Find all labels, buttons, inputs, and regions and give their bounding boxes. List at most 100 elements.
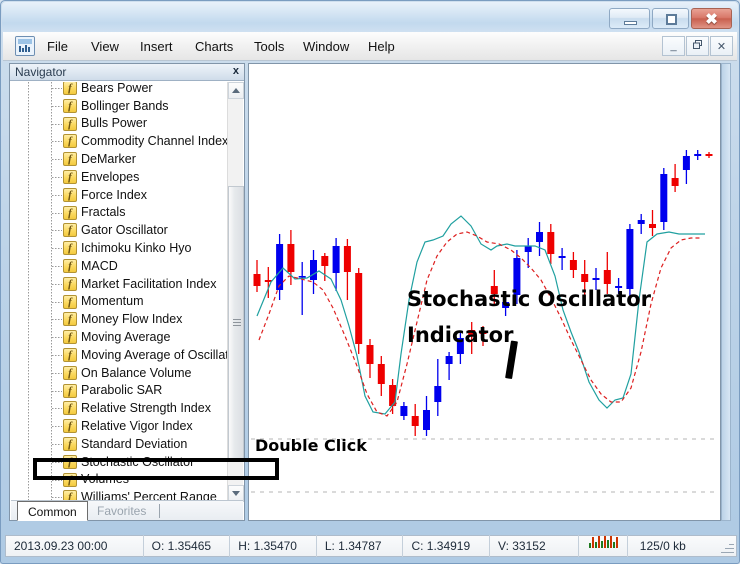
indicator-fx-icon: f	[63, 134, 77, 149]
navigator-item-label: Moving Average	[81, 330, 171, 345]
scroll-up-icon[interactable]	[228, 82, 244, 99]
mdi-minimize-button[interactable]: _	[662, 36, 685, 56]
candle-body	[400, 406, 408, 416]
indicator-fx-icon: f	[63, 365, 77, 380]
candle-body	[547, 232, 555, 254]
navigator-item-relative-vigor-index[interactable]: f Relative Vigor Index	[11, 417, 243, 435]
navigator-item-commodity-channel-index[interactable]: f Commodity Channel Index	[11, 132, 243, 150]
tree-elbow-icon	[52, 461, 62, 463]
tree-elbow-icon	[52, 390, 62, 392]
window-maximize-button[interactable]	[652, 8, 689, 29]
navigator-item-moving-average-of-oscillat[interactable]: f Moving Average of Oscillat	[11, 346, 243, 364]
window-minimize-button[interactable]	[609, 8, 650, 29]
navigator-item-gator-oscillator[interactable]: f Gator Oscillator	[11, 221, 243, 239]
indicator-fx-icon: f	[63, 82, 77, 95]
candle-body	[321, 256, 329, 266]
candle-body	[592, 278, 600, 280]
navigator-item-label: Volumes	[81, 472, 129, 487]
navigator-item-label: Gator Oscillator	[81, 223, 168, 238]
menu-item-file[interactable]: File	[41, 37, 74, 56]
navigator-item-label: DeMarker	[81, 152, 136, 167]
status-bar: 2013.09.23 00:00 O: 1.35465 H: 1.35470 L…	[5, 535, 737, 557]
tree-elbow-icon	[52, 408, 62, 410]
menu-item-view[interactable]: View	[85, 37, 125, 56]
navigator-item-ichimoku-kinko-hyo[interactable]: f Ichimoku Kinko Hyo	[11, 239, 243, 257]
navigator-item-bears-power[interactable]: f Bears Power	[11, 82, 243, 97]
window-resize-grip[interactable]	[720, 540, 734, 554]
chart-window[interactable]: Stochastic Oscillator Indicator Double C…	[248, 63, 721, 521]
mdi-restore-button[interactable]	[686, 36, 709, 56]
navigator-item-money-flow-index[interactable]: f Money Flow Index	[11, 310, 243, 328]
tab-favorites[interactable]: Favorites	[87, 501, 156, 521]
window-close-button[interactable]: ✖	[691, 8, 732, 29]
navigator-item-macd[interactable]: f MACD	[11, 257, 243, 275]
tree-elbow-icon	[52, 426, 62, 428]
indicator-fx-icon: f	[63, 276, 77, 291]
status-close: C: 1.34919	[403, 535, 491, 557]
navigator-item-relative-strength-index[interactable]: f Relative Strength Index	[11, 399, 243, 417]
menu-item-charts[interactable]: Charts	[189, 37, 239, 56]
scrollbar-thumb[interactable]	[228, 186, 244, 460]
navigator-item-moving-average[interactable]: f Moving Average	[11, 328, 243, 346]
candle-body	[637, 220, 645, 224]
chart-right-rail[interactable]	[721, 63, 731, 521]
candle-body	[253, 274, 261, 286]
menu-item-help[interactable]: Help	[362, 37, 401, 56]
candle-body	[558, 256, 566, 258]
candle-body	[603, 270, 611, 284]
navigator-tabs: Common Favorites	[11, 500, 243, 521]
navigator-item-force-index[interactable]: f Force Index	[11, 186, 243, 204]
candle-body	[343, 246, 351, 272]
annotation-title-line1: Stochastic Oscillator	[407, 287, 652, 311]
indicator-fx-icon: f	[63, 241, 77, 256]
navigator-item-market-facilitation-index[interactable]: f Market Facilitation Index	[11, 275, 243, 293]
navigator-item-demarker[interactable]: f DeMarker	[11, 150, 243, 168]
navigator-item-stochastic-oscillator[interactable]: f Stochastic Oscillator	[11, 453, 243, 471]
candle-body	[569, 260, 577, 270]
annotation-double-click: Double Click	[255, 436, 367, 455]
navigator-item-momentum[interactable]: f Momentum	[11, 293, 243, 311]
mdi-close-button[interactable]: ✕	[710, 36, 733, 56]
tree-elbow-icon	[52, 497, 62, 499]
status-traffic	[579, 535, 628, 557]
indicator-fx-icon: f	[63, 436, 77, 451]
navigator-item-fractals[interactable]: f Fractals	[11, 204, 243, 222]
tree-elbow-icon	[52, 479, 62, 481]
navigator-item-bollinger-bands[interactable]: f Bollinger Bands	[11, 97, 243, 115]
navigator-item-bulls-power[interactable]: f Bulls Power	[11, 115, 243, 133]
indicator-fx-icon: f	[63, 294, 77, 309]
indicator-fx-icon: f	[63, 98, 77, 113]
mdi-restore-icon	[693, 40, 702, 52]
navigator-item-label: Bears Power	[81, 82, 153, 95]
tab-common[interactable]: Common	[17, 501, 88, 521]
tree-elbow-icon	[52, 372, 62, 374]
candle-body	[287, 244, 295, 272]
status-high: H: 1.35470	[230, 535, 317, 557]
navigator-item-parabolic-sar[interactable]: f Parabolic SAR	[11, 382, 243, 400]
indicator-fx-icon: f	[63, 205, 77, 220]
mdi-minimize-icon: _	[670, 40, 677, 52]
candle-body	[536, 232, 543, 242]
navigator-item-volumes[interactable]: f Volumes	[11, 471, 243, 489]
menu-item-insert[interactable]: Insert	[134, 37, 179, 56]
navigator-tree[interactable]: f Bears Power f Bollinger Bands f Bulls Power…	[11, 82, 243, 502]
navigator-item-standard-deviation[interactable]: f Standard Deviation	[11, 435, 243, 453]
navigator-item-label: Momentum	[81, 294, 144, 309]
scrollbar-grip-icon	[233, 319, 241, 326]
candle-body	[694, 154, 702, 156]
navigator-close-icon[interactable]: x	[233, 65, 239, 77]
indicator-fx-icon: f	[63, 169, 77, 184]
indicator-fx-icon: f	[63, 312, 77, 327]
tree-elbow-icon	[52, 159, 62, 161]
navigator-item-label: Moving Average of Oscillat	[81, 347, 229, 362]
navigator-item-label: Money Flow Index	[81, 312, 183, 327]
menu-item-window[interactable]: Window	[297, 37, 355, 56]
candle-body	[705, 154, 713, 156]
navigator-item-envelopes[interactable]: f Envelopes	[11, 168, 243, 186]
navigator-item-on-balance-volume[interactable]: f On Balance Volume	[11, 364, 243, 382]
navigator-scrollbar[interactable]	[227, 82, 244, 502]
tree-elbow-icon	[52, 248, 62, 250]
navigator-header: Navigator x	[10, 64, 244, 81]
menu-item-tools[interactable]: Tools	[248, 37, 290, 56]
navigator-item-label: Stochastic Oscillator	[81, 454, 195, 469]
